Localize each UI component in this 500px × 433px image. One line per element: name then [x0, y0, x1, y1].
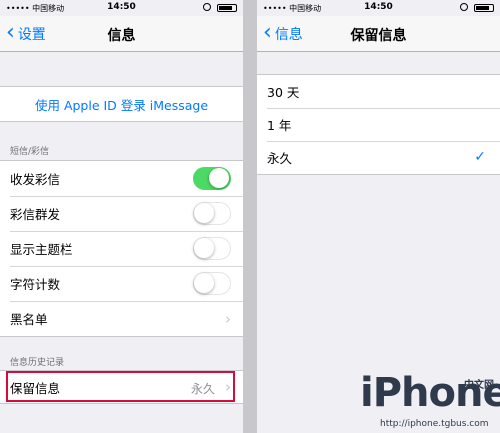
option-label: 永久: [267, 151, 293, 166]
back-label: 设置: [17, 27, 46, 43]
rotation-lock-icon: [460, 3, 468, 11]
rotation-lock-icon: [203, 3, 211, 11]
mms-messaging-row: 收发彩信: [0, 161, 243, 196]
chevron-left-icon: ‹: [263, 19, 272, 45]
toggle-knob: [194, 238, 214, 258]
option-label: 30 天: [267, 85, 300, 100]
toggle-knob: [194, 203, 214, 223]
imessage-signin-link[interactable]: 使用 Apple ID 登录 iMessage: [0, 86, 243, 122]
row-label: 显示主题栏: [10, 242, 73, 257]
sms-section-header: 短信/彩信: [10, 147, 50, 157]
watermark-url: http://iphone.tgbus.com: [380, 419, 489, 429]
back-button[interactable]: ‹ 设置: [6, 19, 46, 45]
retention-options-group: 30 天 1 年 永久 ✓: [257, 74, 500, 175]
mms-messaging-toggle[interactable]: [193, 167, 231, 190]
blacklist-row[interactable]: 黑名单 ›: [0, 301, 243, 336]
row-label: 彩信群发: [10, 207, 61, 222]
battery-icon: [217, 4, 237, 12]
watermark-cn-text: 中文网: [464, 380, 494, 391]
watermark-logo: iPhone 中文网 http://iphone.tgbus.com: [358, 370, 500, 433]
keep-messages-value: 永久: [190, 382, 215, 396]
toggle-knob: [194, 273, 214, 293]
sms-settings-group: 收发彩信 彩信群发 显示主题栏 字符计数 黑名单 ›: [0, 160, 243, 337]
back-label: 信息: [274, 27, 303, 43]
character-count-toggle[interactable]: [193, 272, 231, 295]
row-label: 黑名单: [10, 312, 48, 327]
navigation-bar: ‹ 信息 保留信息: [257, 16, 500, 52]
chevron-left-icon: ‹: [6, 19, 15, 45]
keep-messages-row[interactable]: 保留信息 永久 ›: [0, 371, 243, 403]
settings-messages-panel: ••••• 中国移动 14:50 ‹ 设置 信息 使用 Apple ID 登录 …: [0, 0, 243, 433]
keep-messages-panel: ••••• 中国移动 14:50 ‹ 信息 保留信息 30 天 1 年 永久 ✓: [257, 0, 500, 433]
option-1-year[interactable]: 1 年: [257, 108, 500, 141]
row-label: 保留信息: [10, 380, 61, 396]
group-messaging-toggle[interactable]: [193, 202, 231, 225]
status-bar: ••••• 中国移动 14:50: [257, 0, 500, 16]
row-label: 字符计数: [10, 277, 61, 292]
option-30-days[interactable]: 30 天: [257, 75, 500, 108]
status-bar: ••••• 中国移动 14:50: [0, 0, 243, 16]
show-subject-row: 显示主题栏: [0, 231, 243, 266]
checkmark-icon: ✓: [474, 149, 486, 165]
option-label: 1 年: [267, 118, 292, 133]
character-count-row: 字符计数: [0, 266, 243, 301]
show-subject-toggle[interactable]: [193, 237, 231, 260]
toggle-knob: [209, 168, 229, 188]
back-button[interactable]: ‹ 信息: [263, 19, 303, 45]
history-settings-group: 保留信息 永久 ›: [0, 370, 243, 404]
group-messaging-row: 彩信群发: [0, 196, 243, 231]
row-label: 收发彩信: [10, 172, 61, 187]
navigation-bar: ‹ 设置 信息: [0, 16, 243, 52]
history-section-header: 信息历史记录: [10, 358, 65, 368]
battery-icon: [474, 4, 494, 12]
chevron-right-icon: ›: [225, 378, 231, 396]
chevron-right-icon: ›: [225, 310, 231, 328]
option-forever[interactable]: 永久 ✓: [257, 141, 500, 174]
